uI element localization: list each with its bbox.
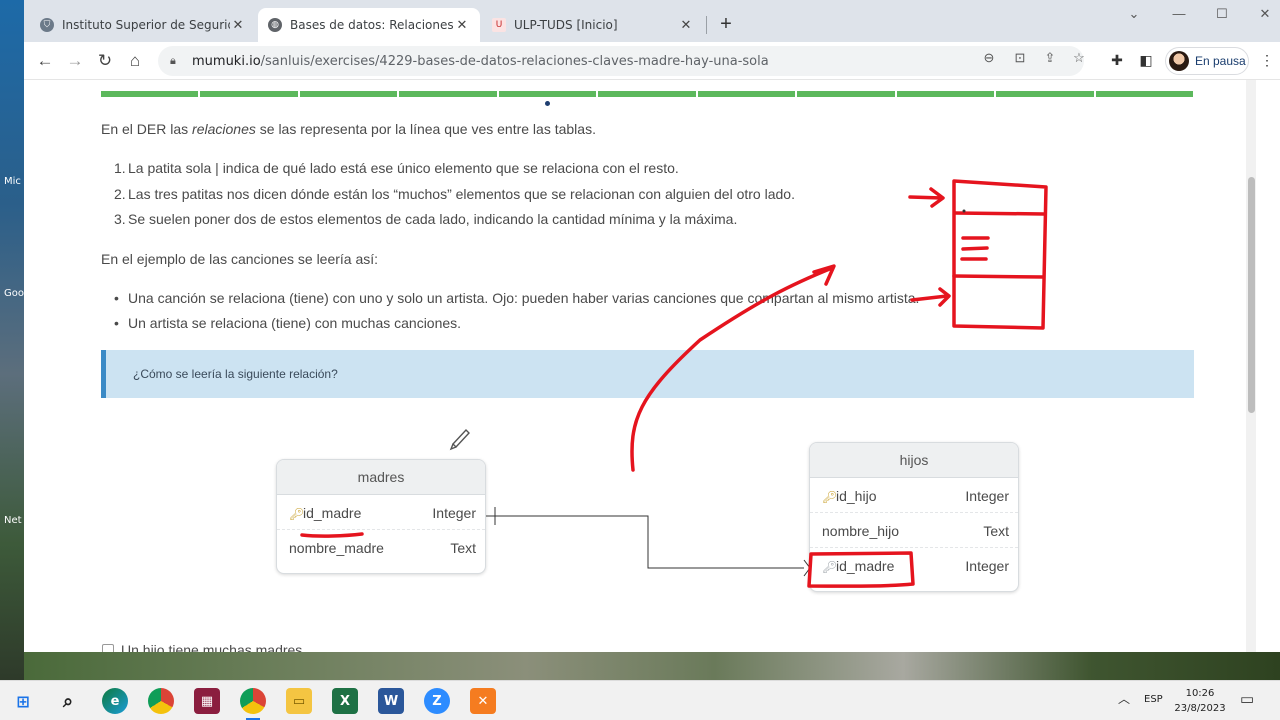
desktop-background — [24, 652, 1280, 680]
lock-icon[interactable]: 🔒︎ — [170, 54, 182, 68]
close-icon[interactable]: ✕ — [230, 18, 246, 33]
browser-toolbar: ← → ↻ ⌂ 🔒︎ mumuki.io/sanluis/exercises/4… — [24, 42, 1280, 80]
new-tab-button[interactable]: + — [716, 13, 736, 36]
option-label[interactable]: Un hijo tiene muchas madres — [121, 642, 302, 652]
tab-title: Instituto Superior de Seguridad P — [62, 18, 230, 32]
extensions-icon[interactable]: ✚ — [1107, 52, 1127, 69]
tab-instituto[interactable]: ⛉ Instituto Superior de Seguridad P ✕ — [30, 8, 256, 42]
option-checkbox[interactable] — [102, 644, 114, 652]
desktop-icon-label[interactable]: Net — [4, 515, 22, 526]
windows-start-icon[interactable]: ⊞ — [10, 688, 36, 714]
chevron-up-icon[interactable]: ︿ — [1118, 690, 1130, 707]
clock-time: 10:26 — [1185, 688, 1215, 699]
winrar-icon[interactable]: ▦ — [194, 688, 220, 714]
profile-label: En pausa — [1195, 54, 1246, 68]
forward-icon[interactable]: → — [64, 50, 86, 72]
desktop-icon-label[interactable]: Mic — [4, 176, 21, 187]
zoom-icon[interactable]: ⊖ — [979, 50, 999, 66]
word-icon[interactable]: W — [378, 688, 404, 714]
tab-title: ULP-TUDS [Inicio] — [514, 18, 618, 32]
home-icon[interactable]: ⌂ — [124, 50, 146, 72]
minimize-icon[interactable]: — — [1164, 6, 1194, 21]
url-host: mumuki.io — [192, 53, 261, 69]
tab-bases-de-datos[interactable]: ◍ Bases de datos: Relaciones claves ✕ — [258, 8, 480, 42]
close-icon[interactable]: ✕ — [454, 18, 470, 33]
page-content: En el DER las relaciones se las represen… — [24, 80, 1280, 652]
reload-icon[interactable]: ↻ — [94, 50, 116, 72]
tab-divider — [706, 16, 707, 34]
xampp-icon[interactable]: ✕ — [470, 688, 496, 714]
back-icon[interactable]: ← — [34, 50, 56, 72]
tab-ulp-tuds[interactable]: U ULP-TUDS [Inicio] ✕ — [482, 8, 704, 42]
tab-search-icon[interactable]: ⌄ — [1119, 6, 1149, 22]
clock[interactable]: 10:26 23/8/2023 — [1170, 686, 1230, 716]
clock-date: 23/8/2023 — [1174, 703, 1226, 714]
edge-icon[interactable]: e — [102, 688, 128, 714]
tab-strip: ⛉ Instituto Superior de Seguridad P ✕ ◍ … — [24, 0, 1280, 42]
profile-button[interactable]: En pausa — [1165, 47, 1249, 75]
avatar — [1169, 51, 1189, 71]
side-panel-icon[interactable]: ◧ — [1136, 52, 1156, 69]
excel-icon[interactable]: X — [332, 688, 358, 714]
desktop-background: Mic Goo Net — [0, 0, 24, 680]
chrome-active-icon[interactable] — [240, 688, 266, 714]
close-icon[interactable]: ✕ — [678, 18, 694, 33]
tab-title: Bases de datos: Relaciones claves — [290, 18, 454, 32]
window-close-icon[interactable]: ✕ — [1250, 6, 1280, 22]
url-path: /sanluis/exercises/4229-bases-de-datos-r… — [260, 53, 769, 69]
zoom-app-icon[interactable]: Z — [424, 688, 450, 714]
notification-icon[interactable]: ▭ — [1240, 690, 1254, 708]
shield-icon: ⛉ — [40, 18, 54, 32]
share-icon[interactable]: ⇪ — [1040, 50, 1060, 66]
bookmark-star-icon[interactable]: ☆ — [1069, 50, 1089, 66]
desktop-icon-label[interactable]: Goo — [4, 288, 24, 299]
globe-icon: ◍ — [268, 18, 282, 32]
ulp-logo-icon: U — [492, 18, 506, 32]
menu-kebab-icon[interactable]: ⋮ — [1257, 52, 1277, 69]
file-explorer-icon[interactable]: ▭ — [286, 688, 312, 714]
address-bar[interactable]: 🔒︎ mumuki.io/sanluis/exercises/4229-base… — [158, 46, 1084, 76]
search-icon[interactable]: ⌕ — [55, 688, 81, 714]
install-app-icon[interactable]: ⊡ — [1010, 50, 1030, 66]
browser-window: ⛉ Instituto Superior de Seguridad P ✕ ◍ … — [24, 0, 1280, 652]
relationship-connector — [486, 507, 811, 577]
maximize-icon[interactable]: ☐ — [1207, 6, 1237, 22]
language-indicator[interactable]: ESP — [1144, 694, 1163, 705]
taskbar: ⊞ ⌕ e ▦ ▭ X W Z ✕ — [0, 680, 1280, 720]
scrollbar-thumb[interactable] — [1248, 177, 1255, 413]
chrome-icon[interactable] — [148, 688, 174, 714]
